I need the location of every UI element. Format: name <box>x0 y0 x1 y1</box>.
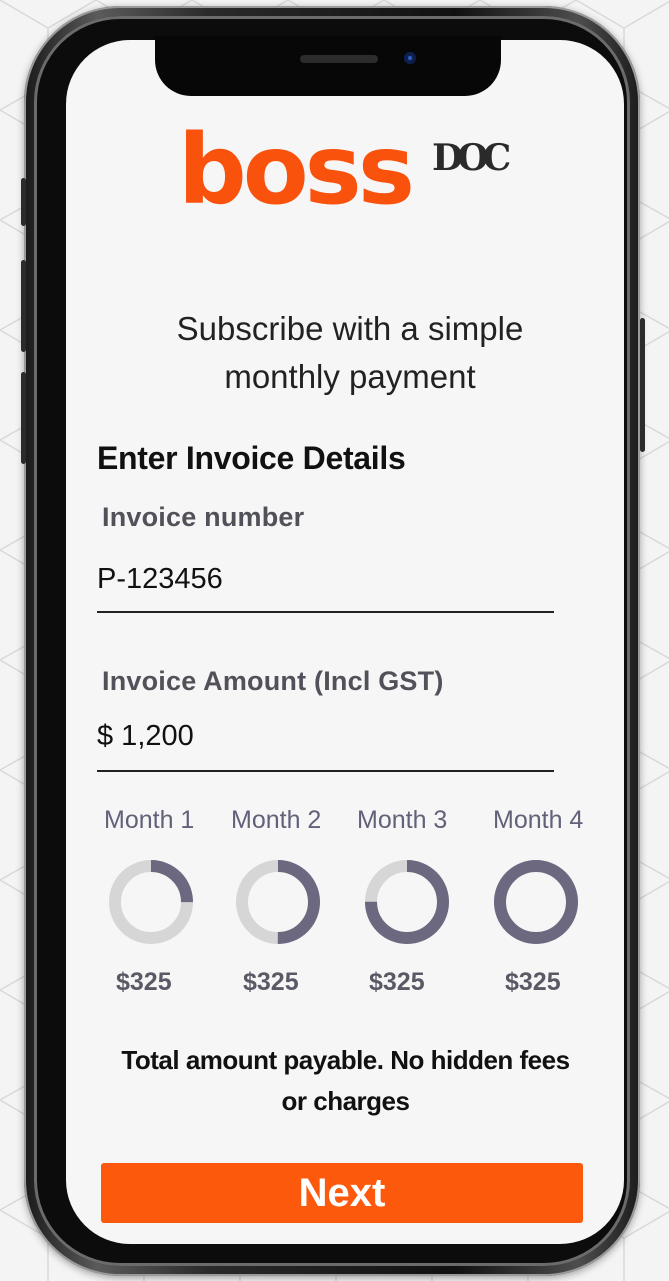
power-button <box>640 318 645 452</box>
invoice-amount-label: Invoice Amount (Incl GST) <box>102 666 444 696</box>
ring-progress-arc <box>494 860 578 944</box>
month-4-progress-ring <box>494 860 578 944</box>
month-1-label: Month 1 <box>104 806 195 834</box>
camera-lens <box>408 56 412 60</box>
invoice-number-underline <box>97 611 554 613</box>
month-2-label: Month 2 <box>231 806 322 834</box>
tagline-line-2: monthly payment <box>224 358 476 395</box>
month-3-amount: $325 <box>369 968 425 996</box>
next-button[interactable]: Next <box>101 1163 583 1223</box>
month-1-progress-ring <box>109 860 193 944</box>
section-heading: Enter Invoice Details <box>97 440 406 476</box>
tagline-line-1: Subscribe with a simple <box>176 310 524 347</box>
fees-note-line-1: Total amount payable. No hidden fees <box>121 1045 570 1075</box>
month-3-progress-ring <box>365 860 449 944</box>
volume-up-button <box>21 260 26 352</box>
speaker-grille <box>300 55 378 63</box>
phone-notch <box>155 36 501 96</box>
month-2-progress-ring <box>236 860 320 944</box>
invoice-number-label: Invoice number <box>102 502 305 532</box>
invoice-amount-input[interactable] <box>97 720 537 753</box>
tagline: Subscribe with a simple monthly payment <box>120 305 580 401</box>
volume-down-button <box>21 372 26 464</box>
boss-logo: boss <box>178 114 415 226</box>
invoice-number-input[interactable] <box>97 563 537 596</box>
silent-switch <box>21 178 26 226</box>
invoice-amount-underline <box>97 770 554 772</box>
fees-note: Total amount payable. No hidden fees or … <box>98 1040 593 1122</box>
month-1-amount: $325 <box>116 968 172 996</box>
month-3-label: Month 3 <box>357 806 448 834</box>
fees-note-line-2: or charges <box>281 1086 410 1116</box>
month-4-amount: $325 <box>505 968 561 996</box>
month-4-label: Month 4 <box>493 806 584 834</box>
month-2-amount: $325 <box>243 968 299 996</box>
doc-logo-mark: DOC <box>432 137 511 179</box>
